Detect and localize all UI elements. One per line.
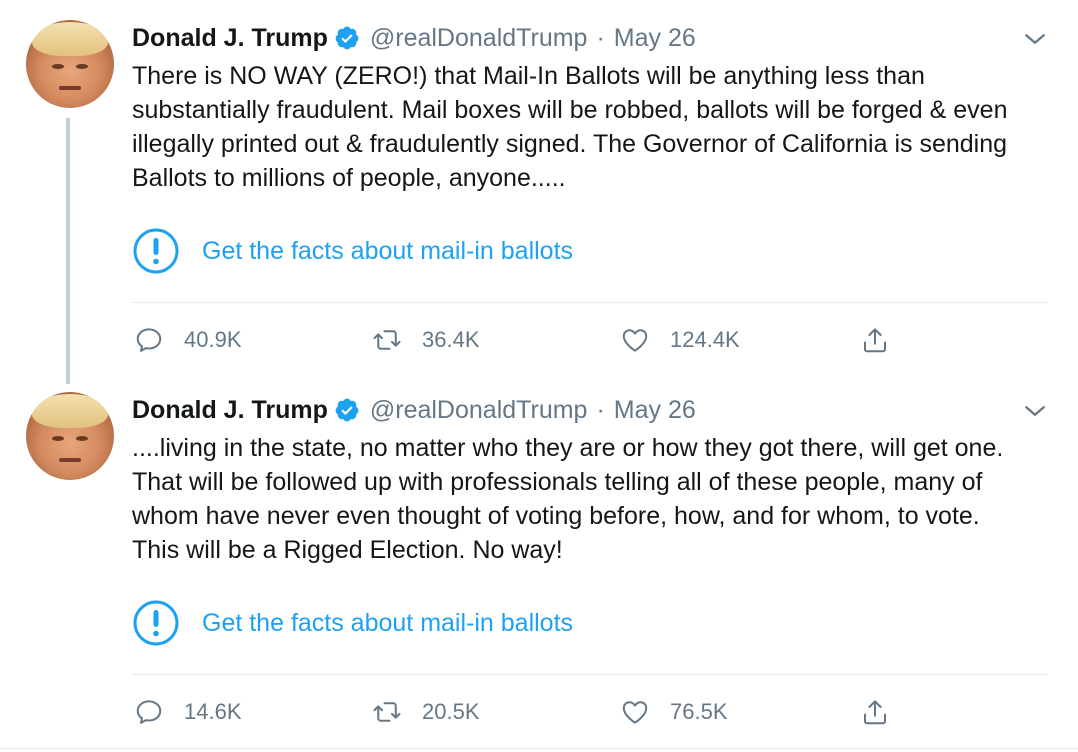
- share-button[interactable]: [860, 692, 890, 732]
- reply-button[interactable]: 14.6K: [134, 692, 242, 732]
- verified-badge-icon: [335, 26, 359, 50]
- separator-dot: ·: [596, 395, 605, 424]
- tweet-text: ....living in the state, no matter who t…: [132, 434, 1004, 564]
- separator-dot: ·: [596, 23, 605, 52]
- like-button[interactable]: 124.4K: [620, 320, 740, 360]
- author-handle[interactable]: @realDonaldTrump: [370, 396, 588, 425]
- author-handle[interactable]: @realDonaldTrump: [370, 24, 588, 53]
- retweet-count: 36.4K: [422, 327, 480, 352]
- tweet-header: Donald J. Trump @realDonaldTrump · May 2…: [132, 20, 696, 56]
- tweet-date[interactable]: May 26: [614, 396, 696, 425]
- retweet-icon: [373, 330, 401, 350]
- like-button[interactable]: 76.5K: [620, 692, 728, 732]
- tweet[interactable]: Donald J. Trump @realDonaldTrump · May 2…: [0, 372, 1078, 752]
- like-count: 76.5K: [670, 699, 728, 724]
- avatar[interactable]: [26, 20, 114, 108]
- avatar[interactable]: [26, 392, 114, 480]
- reply-button[interactable]: 40.9K: [134, 320, 242, 360]
- action-bar: 40.9K 36.4K 124.4K: [132, 320, 1032, 360]
- tweet-header: Donald J. Trump @realDonaldTrump · May 2…: [132, 392, 696, 428]
- author-name[interactable]: Donald J. Trump: [132, 24, 328, 53]
- retweet-button[interactable]: 20.5K: [372, 692, 480, 732]
- share-button[interactable]: [860, 320, 890, 360]
- like-icon: [622, 701, 648, 724]
- retweet-button[interactable]: 36.4K: [372, 320, 480, 360]
- facts-link[interactable]: Get the facts about mail-in ballots: [132, 598, 573, 648]
- exclamation-circle-icon: [133, 228, 179, 274]
- divider: [132, 674, 1048, 675]
- reply-count: 14.6K: [184, 699, 242, 724]
- share-icon: [864, 700, 886, 725]
- reply-icon: [136, 700, 162, 724]
- action-bar: 14.6K 20.5K 76.5K: [132, 692, 1032, 732]
- facts-link-label[interactable]: Get the facts about mail-in ballots: [202, 237, 573, 266]
- divider: [132, 302, 1048, 303]
- verified-badge-icon: [335, 398, 359, 422]
- chevron-down-icon[interactable]: [1020, 24, 1050, 54]
- facts-link[interactable]: Get the facts about mail-in ballots: [132, 226, 573, 276]
- like-icon: [622, 329, 648, 352]
- chevron-down-icon[interactable]: [1020, 396, 1050, 426]
- reply-icon: [136, 328, 162, 352]
- facts-link-label[interactable]: Get the facts about mail-in ballots: [202, 609, 573, 638]
- bottom-divider: [0, 748, 1078, 749]
- author-name[interactable]: Donald J. Trump: [132, 396, 328, 425]
- share-icon: [864, 328, 886, 353]
- like-count: 124.4K: [670, 327, 740, 352]
- reply-count: 40.9K: [184, 327, 242, 352]
- exclamation-circle-icon: [133, 600, 179, 646]
- tweet-date[interactable]: May 26: [614, 24, 696, 53]
- tweet-text: There is NO WAY (ZERO!) that Mail-In Bal…: [132, 62, 1008, 192]
- thread-connector: [66, 118, 70, 384]
- retweet-count: 20.5K: [422, 699, 480, 724]
- tweet[interactable]: Donald J. Trump @realDonaldTrump · May 2…: [0, 0, 1078, 384]
- retweet-icon: [373, 702, 401, 722]
